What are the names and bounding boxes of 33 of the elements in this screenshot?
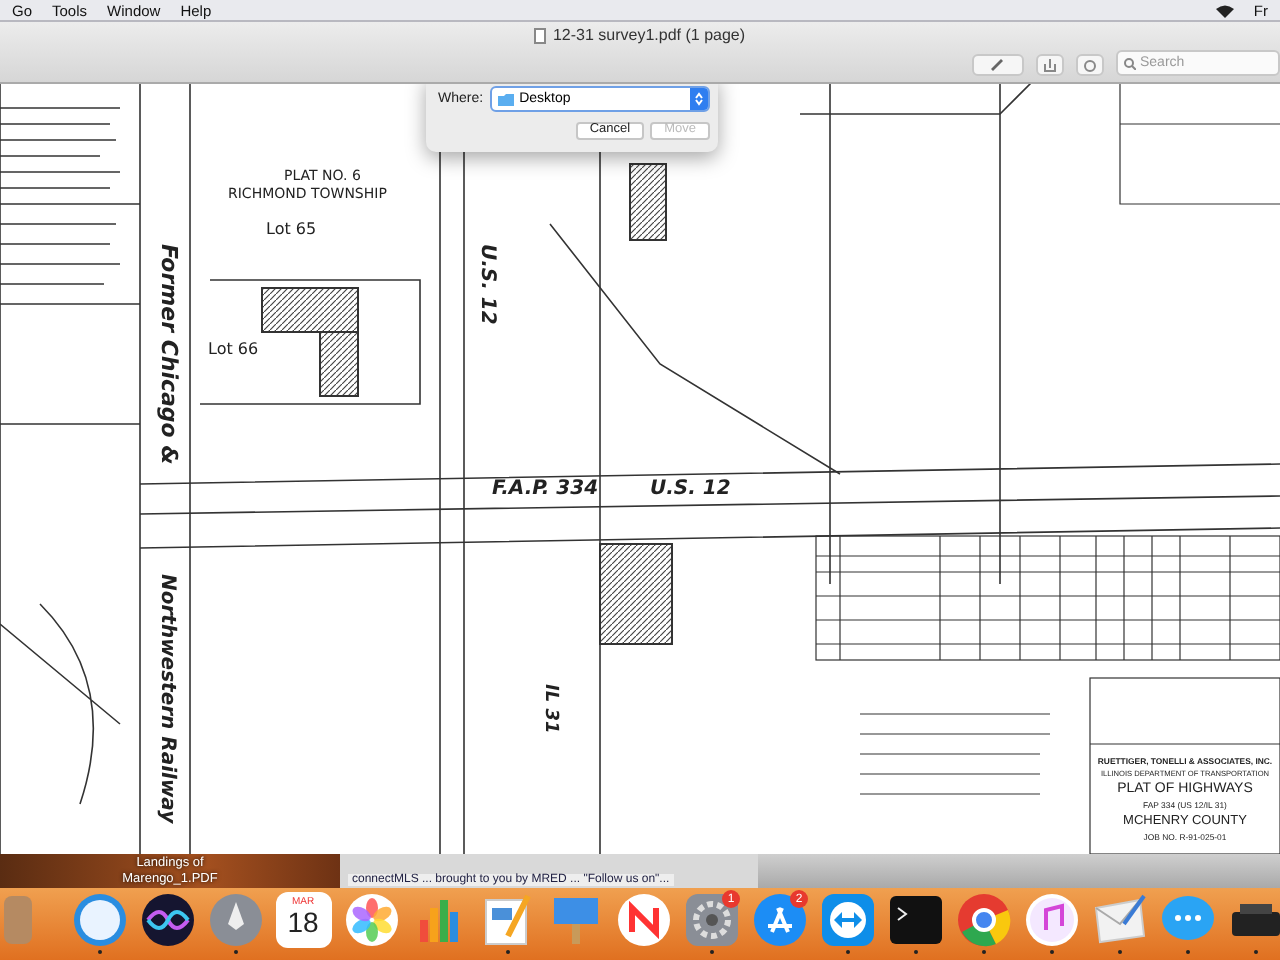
calendar-day: 18 xyxy=(287,908,319,936)
road-label: F.A.P. 334 xyxy=(492,478,599,500)
window-title: 12-31 survey1.pdf (1 page) xyxy=(534,26,746,44)
arrows-icon[interactable] xyxy=(819,892,875,948)
circle-icon xyxy=(1084,59,1096,71)
plan-label: Lot 65 xyxy=(266,220,317,238)
folder-icon xyxy=(497,93,514,105)
plan-label: Lot 66 xyxy=(208,340,259,358)
railway-label: Northwestern Railway xyxy=(156,574,178,824)
search-icon xyxy=(1124,57,1136,69)
document-icon xyxy=(534,27,547,43)
gear-icon[interactable] xyxy=(683,892,739,948)
rocket-icon[interactable] xyxy=(207,892,263,948)
app-store-icon[interactable] xyxy=(751,892,807,948)
wifi-icon[interactable] xyxy=(1215,3,1234,17)
terminal-icon[interactable] xyxy=(887,892,943,948)
flower-icon[interactable] xyxy=(343,892,399,948)
pen-icon xyxy=(990,58,1006,72)
toolbar-button[interactable] xyxy=(1076,54,1104,76)
share-button[interactable] xyxy=(1036,54,1064,76)
road-label: IL 31 xyxy=(540,684,560,734)
compass-icon[interactable] xyxy=(71,892,127,948)
share-icon xyxy=(1044,58,1056,72)
railway-label: Former Chicago & xyxy=(156,244,182,465)
stepper-icon xyxy=(694,92,704,106)
chrome-icon[interactable] xyxy=(955,892,1011,948)
news-icon[interactable] xyxy=(615,892,671,948)
road-label: U.S. 12 xyxy=(476,244,498,325)
pen-document-icon[interactable] xyxy=(479,892,535,948)
markup-button[interactable] xyxy=(972,54,1024,76)
envelope-icon[interactable] xyxy=(1091,892,1147,948)
orb-icon[interactable] xyxy=(139,892,195,948)
road-label: U.S. 12 xyxy=(650,478,731,500)
